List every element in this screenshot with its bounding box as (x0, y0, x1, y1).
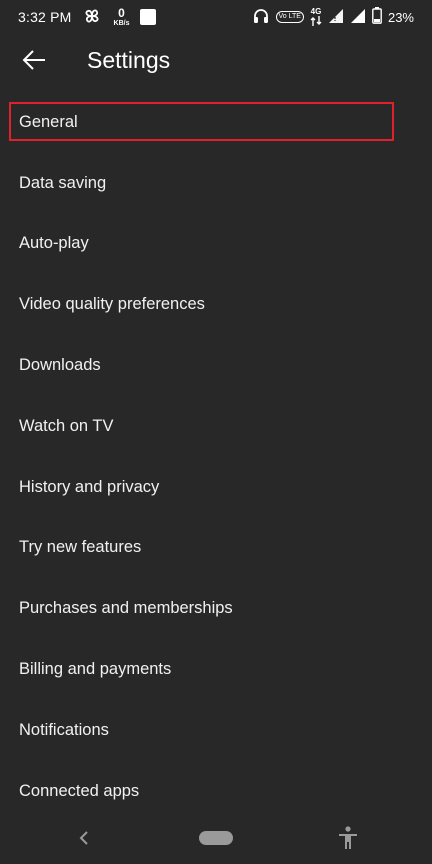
system-nav-bar (0, 812, 432, 864)
volte-icon: Vo LTE (275, 11, 304, 23)
settings-item-video-quality[interactable]: Video quality preferences (0, 274, 432, 335)
net-speed-indicator: 0 KB/s (114, 7, 130, 27)
white-square-icon (139, 9, 156, 25)
battery-icon (372, 7, 382, 27)
settings-item-try-new-features[interactable]: Try new features (0, 518, 432, 579)
app-header: Settings (0, 34, 432, 92)
net-speed-unit: KB/s (113, 20, 130, 27)
wifi-icon (328, 8, 344, 27)
nav-home-pill[interactable] (199, 831, 233, 845)
arrow-left-icon (21, 49, 47, 76)
status-time: 3:32 PM (18, 9, 72, 25)
fan-icon (82, 6, 102, 29)
settings-item-history-privacy[interactable]: History and privacy (0, 457, 432, 518)
nav-back-icon[interactable] (72, 826, 96, 850)
status-bar: 3:32 PM 0 KB/s Vo LTE 4G 23% (0, 0, 432, 34)
settings-item-downloads[interactable]: Downloads (0, 335, 432, 396)
signal-icon (350, 8, 366, 27)
settings-item-notifications[interactable]: Notifications (0, 700, 432, 761)
status-bar-right: Vo LTE 4G 23% (252, 0, 414, 34)
settings-item-data-saving[interactable]: Data saving (0, 153, 432, 214)
settings-item-general[interactable]: General (0, 92, 432, 153)
net-speed-value: 0 (118, 6, 125, 20)
signal-4g-icon: 4G (310, 8, 322, 26)
status-bar-left: 3:32 PM 0 KB/s (18, 0, 156, 34)
page-title: Settings (87, 47, 171, 73)
network-type-label: 4G (310, 7, 322, 16)
battery-percent: 23% (387, 9, 414, 25)
settings-screen: 3:32 PM 0 KB/s Vo LTE 4G 23% Settings Ge… (0, 0, 432, 864)
back-button[interactable] (14, 42, 54, 82)
settings-item-billing-payments[interactable]: Billing and payments (0, 639, 432, 700)
settings-item-auto-play[interactable]: Auto-play (0, 214, 432, 275)
settings-list: General Data saving Auto-play Video qual… (0, 92, 432, 822)
settings-item-watch-on-tv[interactable]: Watch on TV (0, 396, 432, 457)
headphones-icon (252, 7, 270, 28)
accessibility-icon[interactable] (336, 825, 360, 851)
settings-item-purchases-memberships[interactable]: Purchases and memberships (0, 578, 432, 639)
